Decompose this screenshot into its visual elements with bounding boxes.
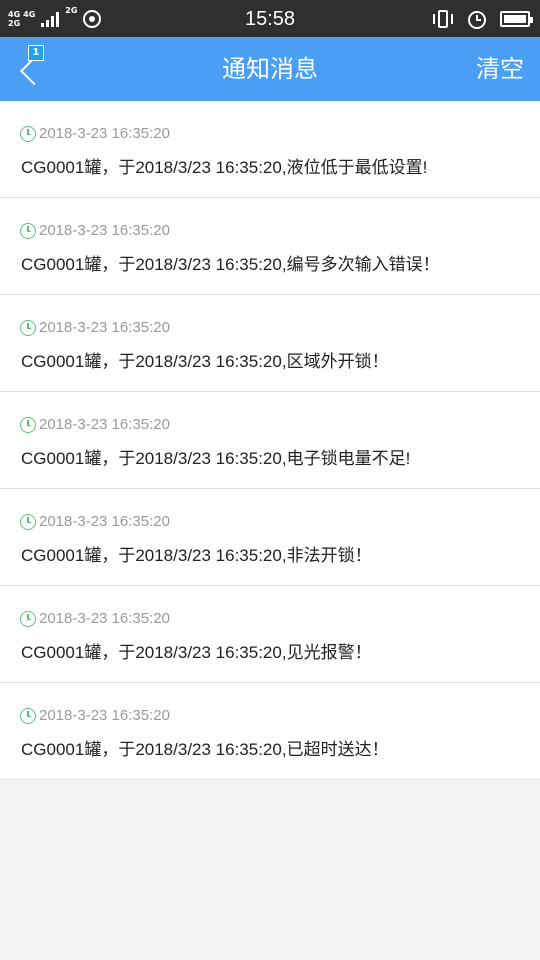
notification-time: 2018-3-23 16:35:20 [39, 610, 170, 627]
vibrate-icon [432, 9, 454, 29]
clock-icon [20, 513, 36, 530]
time-row: 2018-3-23 16:35:20 [20, 610, 170, 627]
clock-icon [20, 125, 36, 142]
time-row: 2018-3-23 16:35:20 [20, 125, 170, 142]
status-right [432, 8, 533, 30]
notification-message: CG0001罐，于2018/3/23 16:35:20,编号多次输入错误！ [21, 255, 440, 274]
clock-icon [20, 610, 36, 627]
status-bar: 4G 4G 2G 2G 15:58 [0, 0, 540, 37]
time-row: 2018-3-23 16:35:20 [20, 707, 170, 724]
notification-time: 2018-3-23 16:35:20 [39, 319, 170, 336]
alarm-icon [466, 8, 488, 30]
notification-message: CG0001罐，于2018/3/23 16:35:20,已超时送达！ [21, 740, 389, 759]
list-item[interactable]: 2018-3-23 16:35:20 CG0001罐，于2018/3/23 16… [0, 101, 540, 198]
back-button[interactable]: 1 [10, 45, 54, 93]
unread-badge: 1 [28, 45, 44, 61]
list-item[interactable]: 2018-3-23 16:35:20 CG0001罐，于2018/3/23 16… [0, 198, 540, 295]
clock-icon [20, 416, 36, 433]
time-row: 2018-3-23 16:35:20 [20, 416, 170, 433]
battery-icon [500, 11, 533, 27]
notification-time: 2018-3-23 16:35:20 [39, 513, 170, 530]
notification-list: 2018-3-23 16:35:20 CG0001罐，于2018/3/23 16… [0, 101, 540, 780]
list-item[interactable]: 2018-3-23 16:35:20 CG0001罐，于2018/3/23 16… [0, 295, 540, 392]
clock-icon [20, 319, 36, 336]
clock-icon [20, 222, 36, 239]
page-title: 通知消息 [222, 55, 318, 83]
notification-message: CG0001罐，于2018/3/23 16:35:20,非法开锁！ [21, 546, 372, 565]
notification-message: CG0001罐，于2018/3/23 16:35:20,电子锁电量不足! [21, 449, 411, 468]
list-item[interactable]: 2018-3-23 16:35:20 CG0001罐，于2018/3/23 16… [0, 392, 540, 489]
list-item[interactable]: 2018-3-23 16:35:20 CG0001罐，于2018/3/23 16… [0, 489, 540, 586]
notification-message: CG0001罐，于2018/3/23 16:35:20,液位低于最低设置! [21, 158, 428, 177]
time-row: 2018-3-23 16:35:20 [20, 222, 170, 239]
notification-time: 2018-3-23 16:35:20 [39, 416, 170, 433]
notification-time: 2018-3-23 16:35:20 [39, 222, 170, 239]
notification-message: CG0001罐，于2018/3/23 16:35:20,区域外开锁！ [21, 352, 389, 371]
clear-button[interactable]: 清空 [476, 37, 524, 101]
list-item[interactable]: 2018-3-23 16:35:20 CG0001罐，于2018/3/23 16… [0, 586, 540, 683]
time-row: 2018-3-23 16:35:20 [20, 513, 170, 530]
notification-time: 2018-3-23 16:35:20 [39, 707, 170, 724]
chevron-left-icon [19, 56, 49, 86]
notification-message: CG0001罐，于2018/3/23 16:35:20,见光报警！ [21, 643, 372, 662]
list-item[interactable]: 2018-3-23 16:35:20 CG0001罐，于2018/3/23 16… [0, 683, 540, 780]
clock-icon [20, 707, 36, 724]
time-row: 2018-3-23 16:35:20 [20, 319, 170, 336]
notification-time: 2018-3-23 16:35:20 [39, 125, 170, 142]
header: 通知消息 1 清空 [0, 37, 540, 101]
